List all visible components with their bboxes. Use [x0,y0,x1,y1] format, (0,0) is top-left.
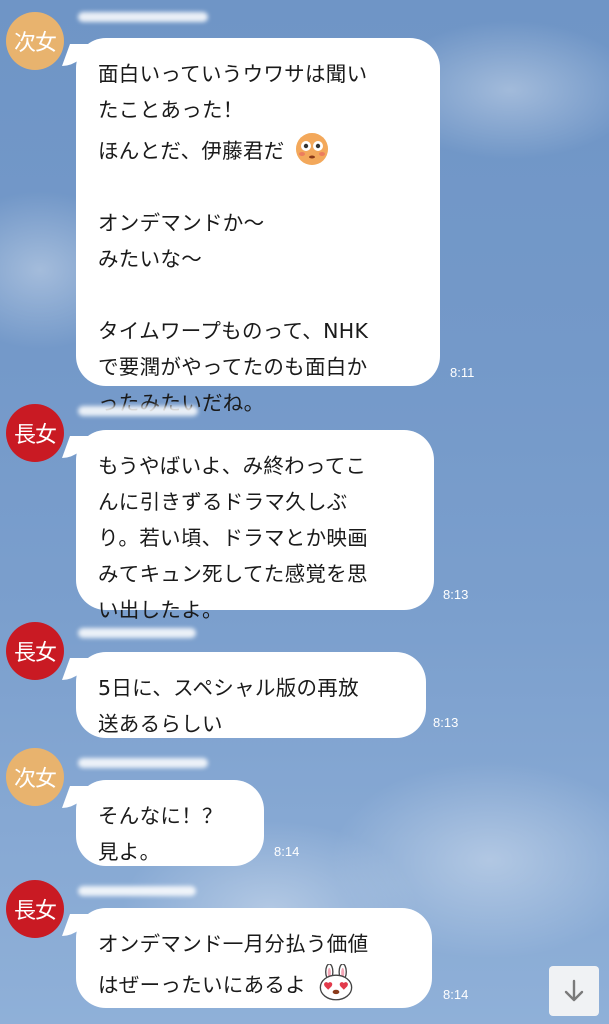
message-line: タイムワープものって、NHK [98,319,369,343]
message-line: で要潤がやってたのも面白か [98,355,368,379]
message-line: もうやばいよ、み終わってこ [98,454,367,478]
avatar[interactable]: 次女 [6,748,64,806]
message-line: みたいな〜 [98,247,202,271]
avatar[interactable]: 次女 [6,12,64,70]
message-line: はぜーったいにあるよ [98,973,306,997]
message-bubble[interactable]: オンデマンド一月分払う価値 はぜーったいにあるよ [76,908,432,1008]
sender-name-redacted [78,406,198,416]
message-line: そんなに！？ [98,804,223,828]
avatar-label: 次女 [13,31,57,56]
sender-name-redacted [78,12,208,22]
avatar-label: 長女 [13,641,57,666]
message-line: みてキュン死してた感覚を思 [98,562,368,586]
sender-name-redacted [78,886,196,896]
message-line: 見よ。 [98,840,161,864]
message-time: 8:13 [433,715,459,730]
avatar[interactable]: 長女 [6,622,64,680]
message-line: 5日に、スペシャル版の再放 [98,676,359,700]
flushed-face-icon [296,133,329,165]
avatar[interactable]: 長女 [6,880,64,938]
message-line: んに引きずるドラマ久しぶ [98,490,348,514]
avatar-label: 次女 [13,767,57,792]
avatar-label: 長女 [13,423,57,448]
message-line: い出したよ。 [98,598,223,622]
avatar-label: 長女 [13,899,57,924]
message-line: 面白いっていうウワサは聞い [98,62,368,86]
message-line: オンデマンドか〜 [98,211,265,235]
message-line: ほんとだ、伊藤君だ [98,139,285,163]
message-bubble[interactable]: 面白いっていうウワサは聞い たことあった！ ほんとだ、伊藤君だ オンデマンドか〜… [76,38,440,415]
scroll-to-bottom-button[interactable] [549,966,599,1016]
message-time: 8:14 [274,844,300,859]
message-line: 送あるらしい [98,712,223,736]
message-bubble[interactable]: そんなに！？ 見よ。 [76,780,264,866]
message-line: り。若い頃、ドラマとか映画 [98,526,368,550]
message-bubble[interactable]: もうやばいよ、み終わってこ んに引きずるドラマ久しぶ り。若い頃、ドラマとか映画… [76,430,434,622]
arrow-down-icon [564,979,584,1002]
sender-name-redacted [78,758,208,768]
heart-eyes-rabbit-icon [319,964,353,1001]
message-time: 8:13 [443,587,469,602]
sender-name-redacted [78,628,196,638]
avatar[interactable]: 長女 [6,404,64,462]
message-time: 8:11 [450,365,475,380]
message-time: 8:14 [443,987,469,1002]
message-line: オンデマンド一月分払う価値 [98,932,369,956]
message-bubble[interactable]: 5日に、スペシャル版の再放 送あるらしい [76,652,426,738]
message-line: たことあった！ [98,98,244,122]
chat-timeline[interactable]: 次女 面白いっていうウワサは聞い たことあった！ ほんとだ、伊藤君だ オンデマン… [0,0,609,1024]
